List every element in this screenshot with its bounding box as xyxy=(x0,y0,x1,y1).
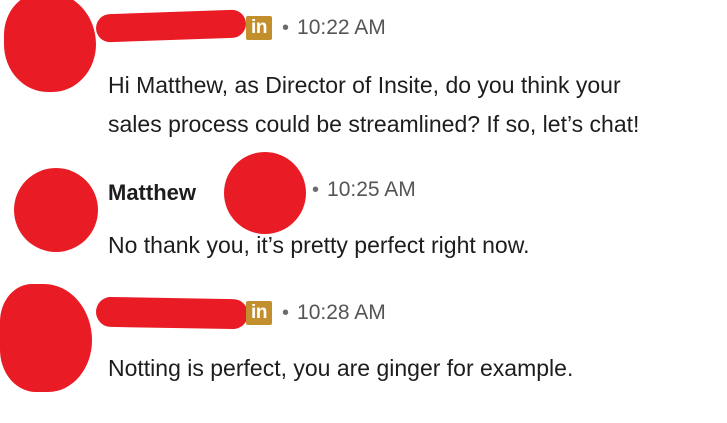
message-2: Matthew • 10:25 AM No thank you, it’s pr… xyxy=(0,152,727,280)
sender-name[interactable]: Matthew xyxy=(108,180,196,206)
redacted-sender-name xyxy=(95,296,249,330)
message-line: No thank you, it’s pretty perfect right … xyxy=(108,232,530,258)
redacted-sender-name xyxy=(95,9,247,43)
message-text: Hi Matthew, as Director of Insite, do yo… xyxy=(108,66,639,144)
redacted-sender-surname xyxy=(224,152,306,234)
redacted-avatar xyxy=(14,168,98,252)
redacted-avatar xyxy=(0,284,92,392)
message-line: sales process could be streamlined? If s… xyxy=(108,111,640,137)
message-text: Notting is perfect, you are ginger for e… xyxy=(108,349,573,388)
linkedin-icon: in xyxy=(246,16,272,40)
message-header-time: • 10:25 AM xyxy=(310,178,416,202)
message-timestamp: 10:22 AM xyxy=(297,16,386,39)
separator-dot: • xyxy=(312,178,320,201)
message-1: in • 10:22 AM Hi Matthew, as Director of… xyxy=(0,0,727,160)
message-header: Matthew xyxy=(108,180,196,206)
message-line: Hi Matthew, as Director of Insite, do yo… xyxy=(108,72,621,98)
linkedin-icon: in xyxy=(246,301,272,325)
message-line: Notting is perfect, you are ginger for e… xyxy=(108,355,574,381)
message-header: in • 10:28 AM xyxy=(246,301,386,325)
message-timestamp: 10:25 AM xyxy=(327,178,416,201)
message-3: in • 10:28 AM Notting is perfect, you ar… xyxy=(0,280,727,423)
message-header: in • 10:22 AM xyxy=(246,16,386,40)
redacted-avatar xyxy=(4,0,96,92)
message-timestamp: 10:28 AM xyxy=(297,301,386,324)
separator-dot: • xyxy=(282,301,290,324)
separator-dot: • xyxy=(282,16,290,39)
message-text: No thank you, it’s pretty perfect right … xyxy=(108,226,529,265)
